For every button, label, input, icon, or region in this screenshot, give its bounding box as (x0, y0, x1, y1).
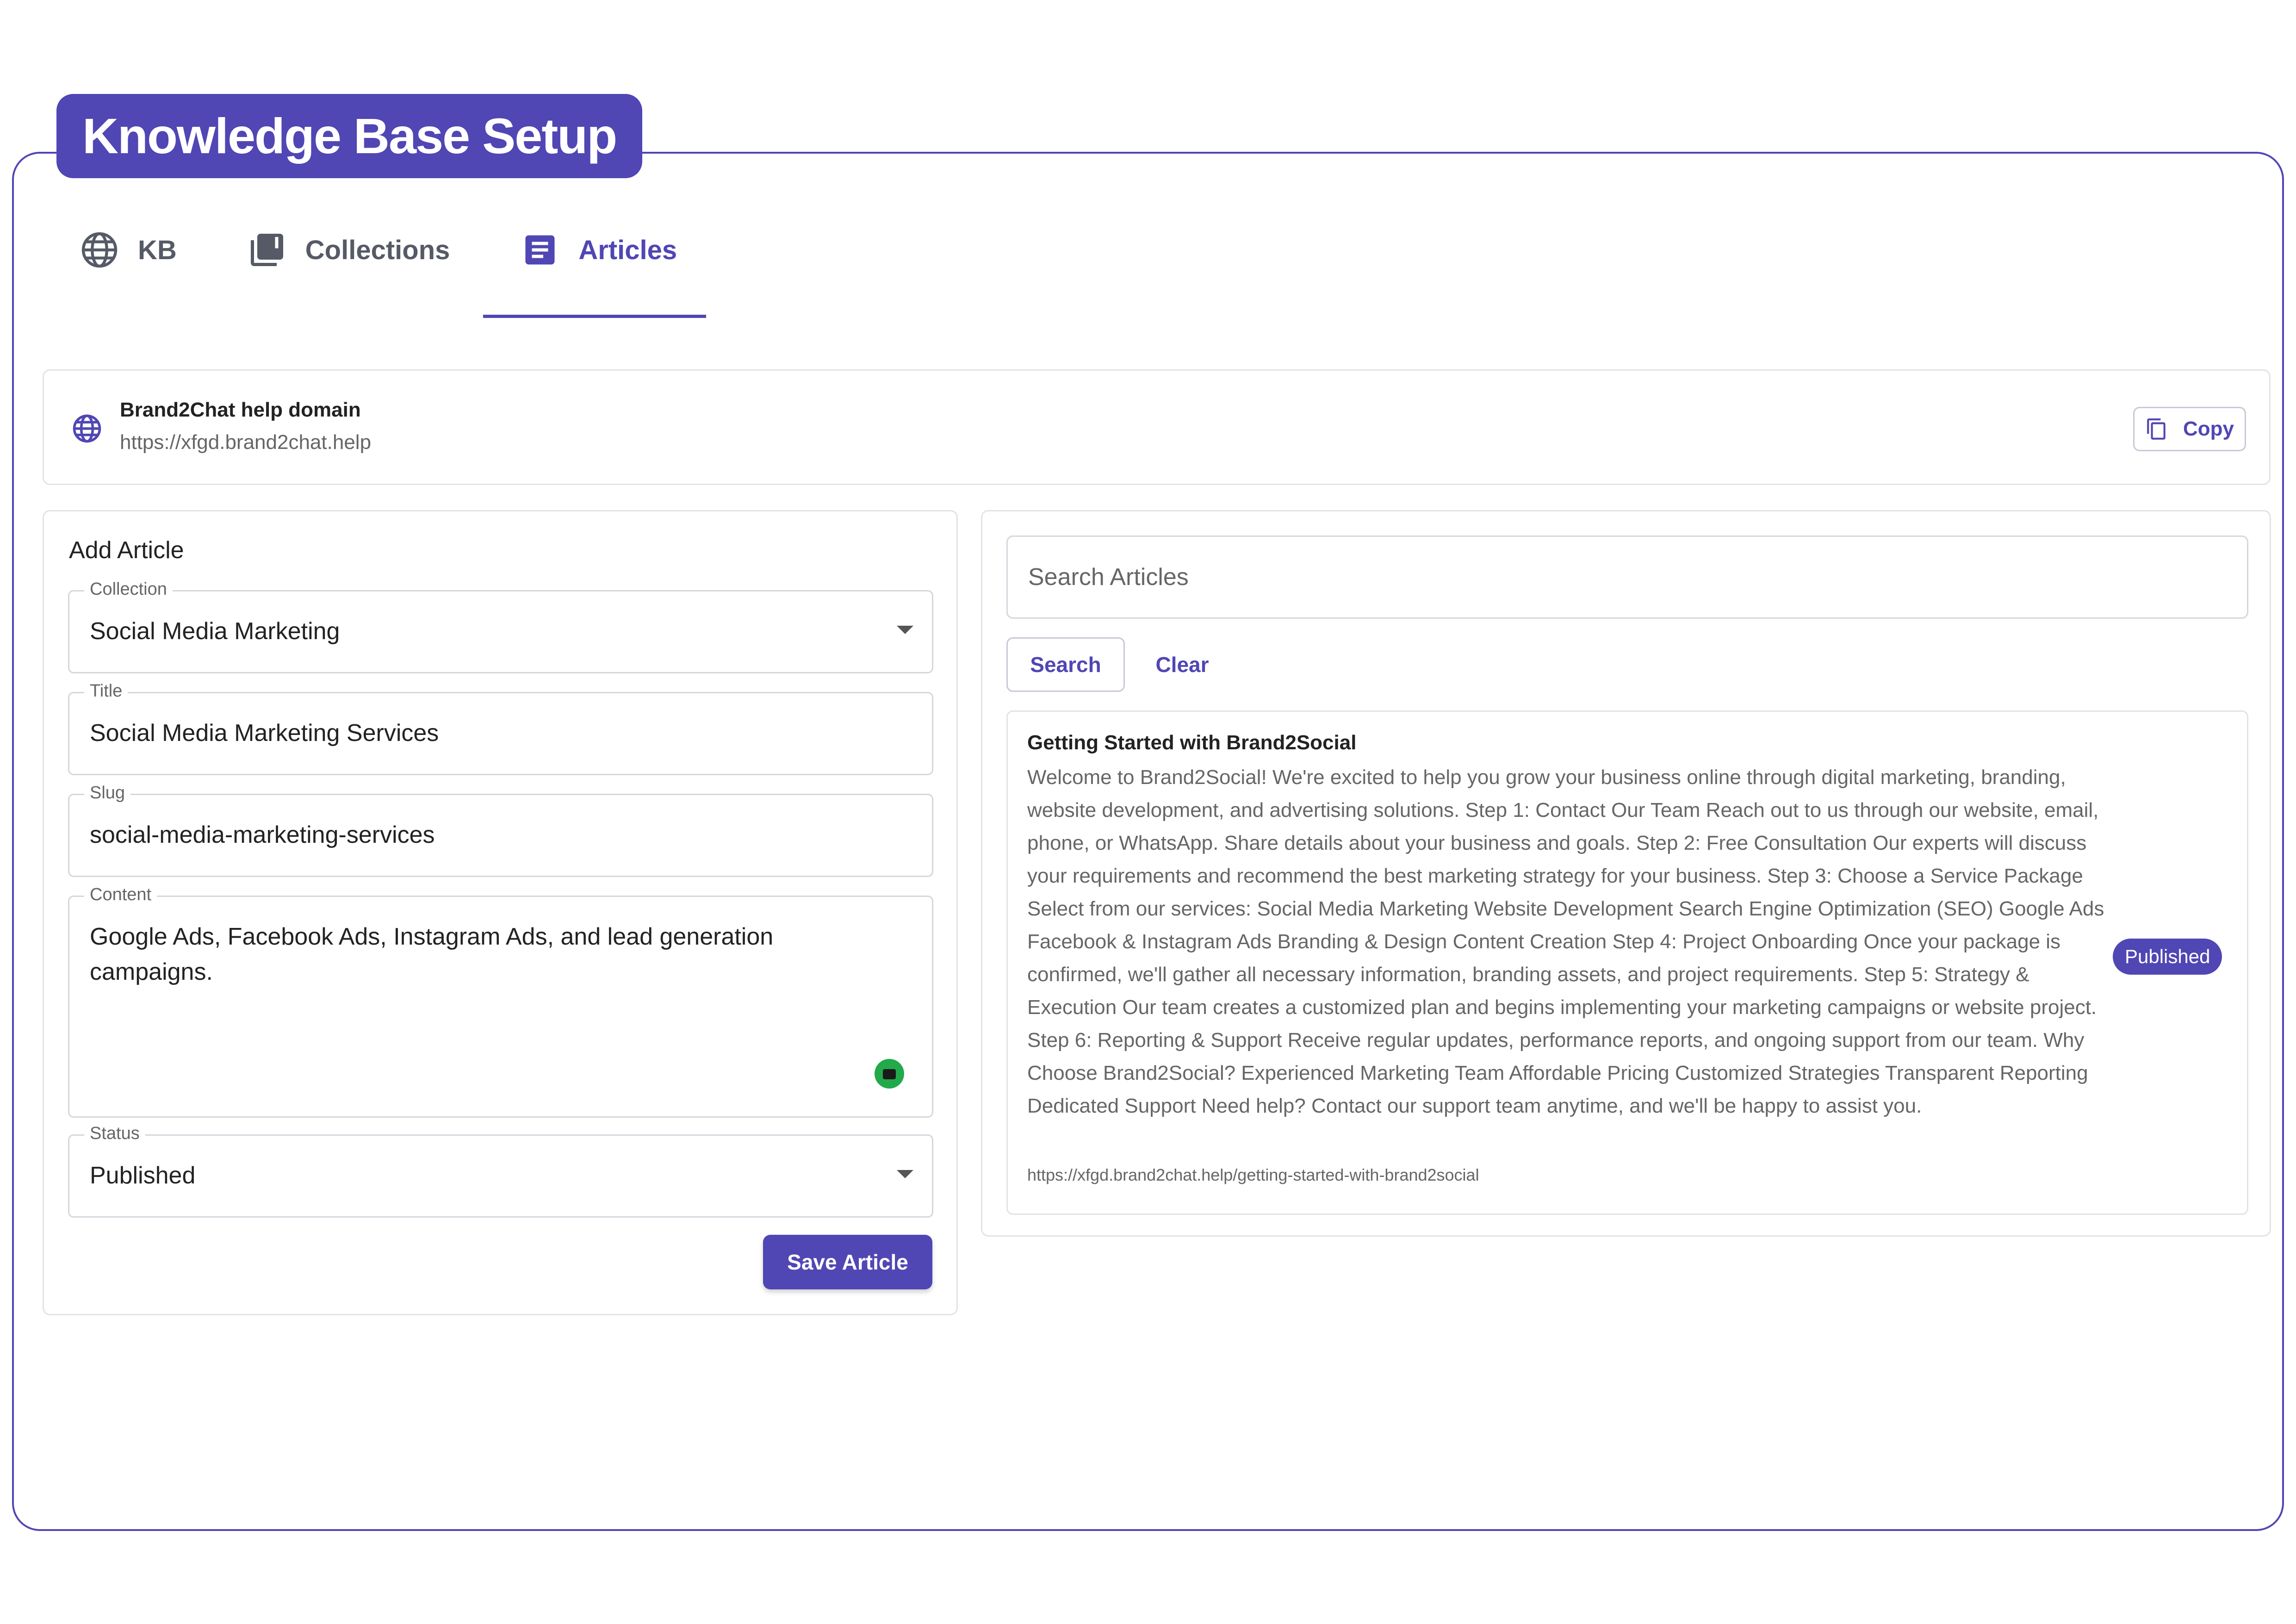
save-article-button[interactable]: Save Article (763, 1235, 932, 1289)
chevron-down-icon (897, 626, 913, 634)
robot-icon[interactable] (875, 1059, 904, 1089)
content-value: Google Ads, Facebook Ads, Instagram Ads,… (90, 923, 774, 985)
add-article-card: Add Article Collection Social Media Mark… (43, 510, 958, 1315)
search-button[interactable]: Search (1006, 637, 1125, 692)
title-field[interactable]: Title Social Media Marketing Services (68, 681, 933, 775)
status-select[interactable]: Status Published (68, 1124, 933, 1218)
collection-value: Social Media Marketing (90, 618, 340, 645)
tab-articles-label: Articles (578, 235, 677, 265)
slug-field[interactable]: Slug social-media-marketing-services (68, 783, 933, 877)
globe-icon (72, 413, 102, 444)
content-label: Content (84, 885, 157, 905)
active-tab-indicator (483, 315, 706, 318)
article-body: Welcome to Brand2Social! We're excited t… (1027, 766, 2104, 1117)
clear-button[interactable]: Clear (1145, 637, 1219, 692)
copy-icon (2145, 416, 2168, 442)
domain-url: https://xfgd.brand2chat.help (120, 431, 372, 454)
library-icon (246, 229, 288, 271)
tab-collections-label: Collections (305, 235, 450, 265)
slug-value: social-media-marketing-services (90, 821, 435, 848)
status-label: Status (84, 1124, 145, 1144)
title-label: Title (84, 681, 128, 701)
copy-button[interactable]: Copy (2133, 407, 2246, 451)
copy-label: Copy (2183, 417, 2234, 440)
title-value: Social Media Marketing Services (90, 720, 439, 747)
slug-label: Slug (84, 783, 131, 803)
article-list-item[interactable]: Getting Started with Brand2Social Welcom… (1006, 710, 2248, 1215)
tab-kb[interactable]: KB (79, 213, 177, 287)
status-value: Published (90, 1162, 196, 1189)
add-article-heading: Add Article (69, 537, 184, 564)
tab-articles[interactable]: Articles (519, 213, 677, 287)
globe-icon (79, 229, 120, 271)
article-title: Getting Started with Brand2Social (1027, 731, 1357, 754)
content-field[interactable]: Content Google Ads, Facebook Ads, Instag… (68, 885, 933, 1118)
collection-label: Collection (84, 579, 173, 599)
help-domain-card: Brand2Chat help domain https://xfgd.bran… (43, 369, 2271, 485)
collection-select[interactable]: Collection Social Media Marketing (68, 579, 933, 673)
tab-bar: KB Collections Articles (79, 213, 746, 319)
article-url[interactable]: https://xfgd.brand2chat.help/getting-sta… (1027, 1165, 1479, 1185)
domain-label: Brand2Chat help domain (120, 398, 361, 421)
article-icon (519, 229, 561, 271)
status-badge: Published (2113, 939, 2222, 975)
chevron-down-icon (897, 1170, 913, 1178)
search-input[interactable]: Search Articles (1006, 535, 2248, 619)
articles-list-card: Search Articles Search Clear Getting Sta… (981, 510, 2271, 1237)
tab-collections[interactable]: Collections (246, 213, 450, 287)
tab-kb-label: KB (138, 235, 177, 265)
page-title: Knowledge Base Setup (56, 94, 643, 178)
